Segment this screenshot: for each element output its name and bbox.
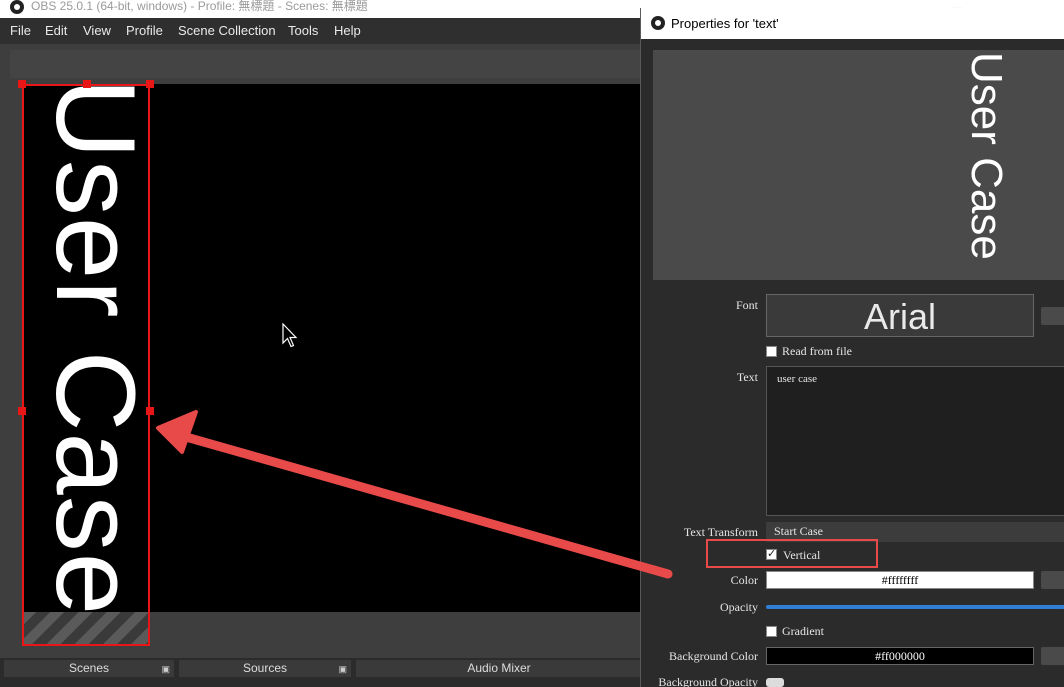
- read-from-file-checkbox[interactable]: [766, 346, 777, 357]
- select-font-button[interactable]: [1041, 307, 1064, 325]
- background-color-label: Background Color: [669, 649, 758, 663]
- obs-window-title: OBS 25.0.1 (64-bit, windows) - Profile: …: [31, 0, 368, 13]
- properties-preview: User Case: [653, 50, 1064, 280]
- font-display: Arial: [766, 294, 1034, 337]
- preview-text-label: User Case: [962, 52, 1011, 260]
- menu-profile[interactable]: Profile: [126, 23, 163, 38]
- background-opacity-label: Background Opacity: [658, 675, 758, 687]
- read-from-file-label: Read from file: [782, 344, 852, 358]
- sources-dock-title: Sources ▣: [179, 660, 351, 677]
- properties-dialog: Properties for 'text' User Case Font Ari…: [640, 8, 1064, 687]
- color-value-field: #ffffffff: [766, 571, 1034, 589]
- menu-help[interactable]: Help: [334, 23, 361, 38]
- text-input[interactable]: user case: [766, 366, 1064, 516]
- menu-view[interactable]: View: [83, 23, 111, 38]
- sources-dock-label: Sources: [242, 661, 288, 675]
- opacity-label: Opacity: [720, 600, 758, 614]
- properties-title: Properties for 'text': [671, 16, 779, 31]
- scenes-dock-label: Scenes: [68, 661, 110, 675]
- preview-top-strip: [10, 50, 642, 78]
- select-color-button[interactable]: [1041, 571, 1064, 589]
- preview-text-container: User Case: [653, 50, 1064, 280]
- select-background-color-button[interactable]: [1041, 647, 1064, 665]
- background-opacity-slider[interactable]: [766, 678, 1064, 687]
- opacity-slider[interactable]: [766, 605, 1064, 609]
- menu-tools[interactable]: Tools: [288, 23, 318, 38]
- obs-logo-icon: [651, 16, 665, 30]
- audio-mixer-dock-title: Audio Mixer: [356, 660, 642, 677]
- gradient-checkbox[interactable]: [766, 626, 777, 637]
- mouse-cursor-icon: [282, 322, 298, 352]
- scenes-dock-title: Scenes ▣: [4, 660, 174, 677]
- text-label: Text: [736, 370, 758, 384]
- background-color-value-field: #ff000000: [766, 647, 1034, 665]
- source-selection-box[interactable]: [22, 84, 150, 646]
- dock-float-icon[interactable]: ▣: [338, 661, 347, 678]
- menu-scene-collection[interactable]: Scene Collection: [178, 23, 276, 38]
- color-label: Color: [730, 573, 758, 587]
- background-opacity-knob[interactable]: [766, 678, 784, 687]
- font-label: Font: [735, 298, 758, 312]
- resize-handle-top-right[interactable]: [146, 80, 154, 88]
- resize-handle-top[interactable]: [83, 80, 91, 88]
- obs-logo-icon: [10, 0, 24, 14]
- resize-handle-left[interactable]: [18, 407, 26, 415]
- resize-handle-top-left[interactable]: [18, 80, 26, 88]
- menu-edit[interactable]: Edit: [45, 23, 67, 38]
- text-transform-label: Text Transform: [683, 525, 758, 539]
- dock-float-icon[interactable]: ▣: [161, 661, 170, 678]
- resize-handle-right[interactable]: [146, 407, 154, 415]
- menu-file[interactable]: File: [10, 23, 31, 38]
- properties-title-bar: Properties for 'text': [641, 8, 1064, 39]
- vertical-highlight-box: [706, 539, 878, 568]
- gradient-label: Gradient: [782, 624, 824, 638]
- dock-panels: Scenes ▣ Sources ▣ Audio Mixer: [0, 658, 642, 687]
- audio-mixer-dock-label: Audio Mixer: [467, 661, 531, 675]
